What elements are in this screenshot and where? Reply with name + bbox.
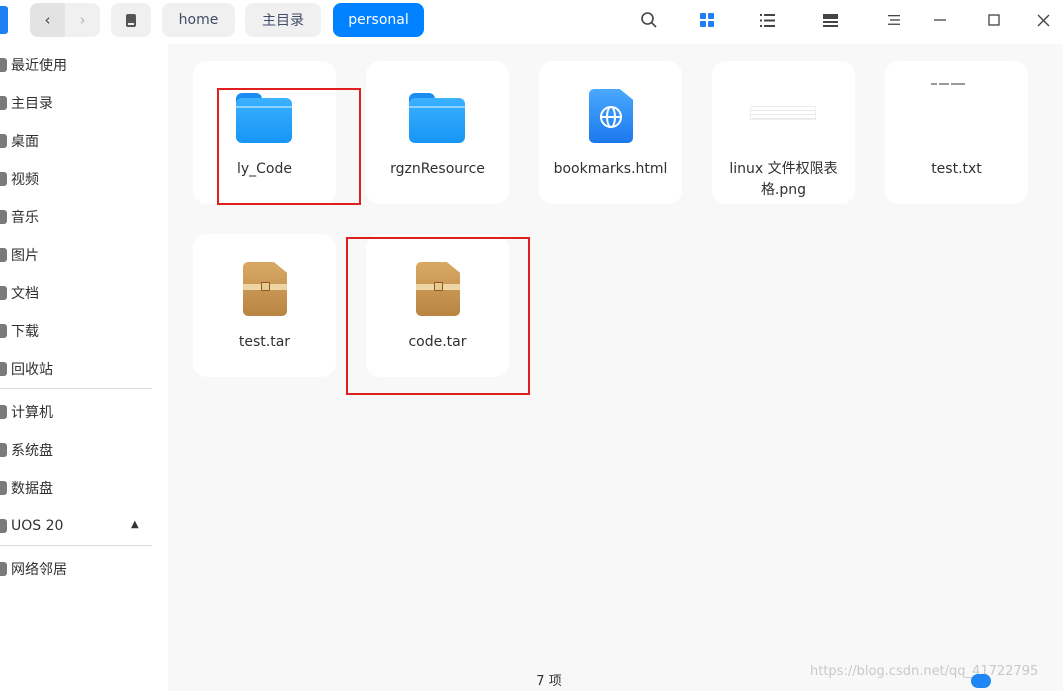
sidebar-item-system-disk[interactable]: 系统盘 xyxy=(0,433,160,467)
sidebar-item-label: 计算机 xyxy=(11,405,53,421)
minimize-icon xyxy=(934,19,946,21)
picture-icon xyxy=(0,248,7,262)
file-item-rgznresource[interactable]: rgznResource xyxy=(366,61,509,204)
sidebar-item-label: 桌面 xyxy=(11,134,39,150)
file-item-test-txt[interactable]: test.txt xyxy=(885,61,1028,204)
sidebar-item-trash[interactable]: 回收站 xyxy=(0,352,160,386)
file-item-test-tar[interactable]: test.tar xyxy=(193,234,336,377)
search-icon xyxy=(641,12,657,28)
chevron-left-icon: ‹ xyxy=(44,11,51,29)
eject-icon[interactable]: ▲ xyxy=(131,519,139,530)
recent-icon xyxy=(0,58,7,72)
disk-root-button[interactable] xyxy=(111,3,151,37)
icon-view-icon xyxy=(700,13,714,27)
list-view-button[interactable] xyxy=(755,8,779,32)
sidebar-item-label: UOS 20 xyxy=(11,518,64,534)
video-icon xyxy=(0,172,7,186)
text-thumbnail xyxy=(931,83,983,89)
chevron-right-icon: › xyxy=(79,11,86,29)
sidebar-item-desktop[interactable]: 桌面 xyxy=(0,124,160,158)
music-icon xyxy=(0,210,7,224)
sidebar: 最近使用 主目录 桌面 视频 音乐 图片 文档 下载 回收站 计算机 系统盘 数… xyxy=(0,44,168,691)
icon-view-button[interactable] xyxy=(695,8,719,32)
sidebar-item-network[interactable]: 网络邻居 xyxy=(0,552,160,586)
download-icon xyxy=(0,324,7,338)
sidebar-item-downloads[interactable]: 下载 xyxy=(0,314,160,348)
close-button[interactable] xyxy=(1031,8,1055,32)
back-button[interactable]: ‹ xyxy=(30,3,65,37)
highlight-box xyxy=(217,88,361,205)
sidebar-item-music[interactable]: 音乐 xyxy=(0,200,160,234)
maximize-icon xyxy=(988,14,1000,26)
html-file-icon xyxy=(589,89,633,143)
navigation-group: ‹ › xyxy=(30,3,100,37)
sidebar-item-recent[interactable]: 最近使用 xyxy=(0,48,160,82)
document-icon xyxy=(0,286,7,300)
icon-size-slider[interactable] xyxy=(971,674,991,688)
network-icon xyxy=(0,562,7,576)
detail-view-icon xyxy=(822,13,838,27)
sidebar-item-videos[interactable]: 视频 xyxy=(0,162,160,196)
computer-icon xyxy=(0,405,7,419)
sidebar-item-label: 图片 xyxy=(11,248,39,264)
file-item-bookmarks-html[interactable]: bookmarks.html xyxy=(539,61,682,204)
forward-button[interactable]: › xyxy=(65,3,100,37)
sidebar-item-computer[interactable]: 计算机 xyxy=(0,395,160,429)
image-thumbnail xyxy=(750,106,816,120)
sidebar-item-label: 回收站 xyxy=(11,362,53,378)
main-menu-button[interactable] xyxy=(882,8,906,32)
breadcrumb-main-dir[interactable]: 主目录 xyxy=(245,3,321,37)
disk-icon xyxy=(0,481,7,495)
desktop-icon xyxy=(0,134,7,148)
highlight-box xyxy=(346,237,530,395)
watermark: https://blog.csdn.net/qq_41722795 xyxy=(810,664,1039,679)
app-logo-icon xyxy=(0,6,8,34)
list-view-icon xyxy=(759,13,775,27)
maximize-button[interactable] xyxy=(982,8,1006,32)
breadcrumb-personal[interactable]: personal xyxy=(333,3,424,37)
sidebar-item-label: 数据盘 xyxy=(11,481,53,497)
sidebar-item-label: 系统盘 xyxy=(11,443,53,459)
disk-icon xyxy=(0,443,7,457)
menu-icon xyxy=(888,15,900,25)
minimize-button[interactable] xyxy=(928,8,952,32)
trash-icon xyxy=(0,362,7,376)
globe-icon xyxy=(600,106,622,128)
sidebar-item-home[interactable]: 主目录 xyxy=(0,86,160,120)
search-button[interactable] xyxy=(637,8,661,32)
sidebar-item-data-disk[interactable]: 数据盘 xyxy=(0,471,160,505)
sidebar-item-label: 网络邻居 xyxy=(11,562,67,578)
disk-icon xyxy=(126,13,136,27)
sidebar-item-label: 主目录 xyxy=(11,96,53,112)
file-name: rgznResource xyxy=(390,161,485,177)
file-name: test.txt xyxy=(931,161,982,177)
sidebar-item-pictures[interactable]: 图片 xyxy=(0,238,160,272)
folder-icon xyxy=(409,93,465,143)
file-name: linux 文件权限表格.png xyxy=(729,161,838,198)
disk-icon xyxy=(0,519,7,533)
sidebar-item-label: 下载 xyxy=(11,324,39,340)
detail-view-button[interactable] xyxy=(818,8,842,32)
home-icon xyxy=(0,96,7,110)
sidebar-item-label: 最近使用 xyxy=(11,58,67,74)
sidebar-item-documents[interactable]: 文档 xyxy=(0,276,160,310)
file-item-linux-png[interactable]: linux 文件权限表格.png xyxy=(712,61,855,204)
file-view: ly_Code rgznResource bookmarks.html linu… xyxy=(168,44,1063,691)
sidebar-item-label: 文档 xyxy=(11,286,39,302)
title-bar: ‹ › home 主目录 personal xyxy=(0,0,1063,44)
sidebar-divider xyxy=(0,388,152,389)
sidebar-item-label: 视频 xyxy=(11,172,39,188)
archive-icon xyxy=(243,262,287,316)
file-name: test.tar xyxy=(238,334,291,350)
breadcrumb-home[interactable]: home xyxy=(162,3,235,37)
sidebar-item-label: 音乐 xyxy=(11,210,39,226)
close-icon xyxy=(1037,14,1049,26)
sidebar-divider xyxy=(0,545,152,546)
file-name: bookmarks.html xyxy=(553,161,668,177)
